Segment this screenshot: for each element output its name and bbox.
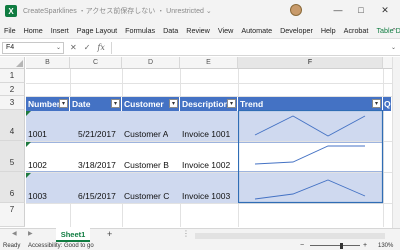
chevron-down-icon[interactable]: ⌄ [56, 43, 61, 53]
cell-customer[interactable]: Customer B [124, 160, 169, 170]
tab-data[interactable]: Data [159, 22, 182, 39]
selection-outline [238, 110, 384, 204]
minimize-button[interactable]: — [333, 5, 343, 15]
excel-icon: X [5, 5, 17, 17]
table-header-date[interactable]: Date ▾ [70, 97, 122, 111]
formula-bar: F4 ⌄ ✕ ✓ fx [0, 40, 400, 56]
table-header-trend[interactable]: Trend ▾ [238, 97, 383, 111]
more-options-icon[interactable]: ⋮ [182, 229, 190, 238]
tab-formulas[interactable]: Formulas [121, 22, 159, 39]
header-label: Customer [124, 99, 164, 109]
zoom-out-button[interactable]: − [300, 242, 304, 250]
accessibility-status[interactable]: Accessibility: Good to go [28, 242, 94, 250]
add-sheet-button[interactable]: + [107, 229, 112, 239]
tab-insert[interactable]: Insert [47, 22, 73, 39]
tab-file[interactable]: File [0, 22, 20, 39]
sheet-tab-bar: ◀ ▶ Sheet1 + ⋮ [0, 228, 400, 242]
title-bar: X CreateSparklines ・アクセス前保存しない ・ Unrestr… [0, 0, 400, 22]
avatar[interactable] [290, 4, 302, 16]
header-label: Date [72, 99, 91, 109]
zoom-level[interactable]: 130% [378, 242, 393, 250]
status-bar: Ready Accessibility: Good to go − + 130% [0, 242, 400, 250]
ribbon-collapse-icon[interactable]: ⌃ [391, 27, 397, 35]
trend-sparklines[interactable] [238, 110, 384, 204]
ribbon-tabs: File Home Insert Page Layout Formulas Da… [0, 22, 400, 39]
filter-dropdown-icon[interactable]: ▾ [111, 99, 120, 108]
tab-home[interactable]: Home [20, 22, 47, 39]
cell-number[interactable]: 1002 [28, 160, 47, 170]
name-box-value: F4 [6, 43, 15, 51]
name-box[interactable]: F4 ⌄ [2, 41, 64, 54]
formula-input[interactable] [110, 41, 386, 54]
fx-icon[interactable]: fx [97, 43, 104, 52]
filter-dropdown-icon[interactable]: ▾ [372, 99, 381, 108]
enter-icon[interactable]: ✓ [84, 43, 91, 52]
error-indicator-icon[interactable] [26, 173, 31, 178]
status-ready: Ready [3, 243, 21, 249]
cell-description[interactable]: Invoice 1003 [182, 191, 230, 201]
cell-customer[interactable]: Customer C [124, 191, 169, 201]
filter-dropdown-icon[interactable]: ▾ [169, 99, 178, 108]
zoom-slider[interactable] [310, 245, 360, 246]
header-label: Trend [240, 99, 264, 109]
table-header-customer[interactable]: Customer ▾ [122, 97, 180, 111]
cell-date[interactable]: 6/15/2017 [78, 191, 116, 201]
zoom-in-button[interactable]: + [363, 242, 367, 250]
cell-number[interactable]: 1003 [28, 191, 47, 201]
error-indicator-icon[interactable] [26, 111, 31, 116]
tab-acrobat[interactable]: Acrobat [340, 22, 373, 39]
tab-page-layout[interactable]: Page Layout [73, 22, 121, 39]
tab-automate[interactable]: Automate [237, 22, 276, 39]
horizontal-scrollbar[interactable] [195, 233, 385, 239]
zoom-slider-thumb[interactable] [340, 243, 343, 249]
vertical-scrollbar[interactable] [392, 57, 400, 228]
cell-date[interactable]: 3/18/2017 [78, 160, 116, 170]
expand-formula-icon[interactable]: ⌄ [391, 44, 396, 51]
error-indicator-icon[interactable] [26, 142, 31, 147]
table-header-next[interactable]: Q+ [383, 97, 392, 111]
cancel-icon[interactable]: ✕ [70, 43, 77, 52]
cell-number[interactable]: 1001 [28, 129, 47, 139]
header-label: Number [28, 99, 61, 109]
maximize-button[interactable]: □ [356, 5, 366, 15]
tab-help[interactable]: Help [317, 22, 340, 39]
sparkline-row-5 [254, 145, 365, 165]
filter-dropdown-icon[interactable]: ▾ [227, 99, 236, 108]
sparkline-row-4 [254, 115, 366, 137]
spreadsheet-grid[interactable]: B C D E F 1 2 3 4 5 6 7 Number ▾ Date ▾ … [0, 57, 392, 227]
tab-review[interactable]: Review [182, 22, 214, 39]
sheet-tab-sheet1[interactable]: Sheet1 [56, 228, 90, 242]
tab-view[interactable]: View [214, 22, 237, 39]
header-label: Description [182, 99, 229, 109]
scroll-right-icon[interactable]: ▶ [28, 230, 33, 237]
table-header-description[interactable]: Description ▾ [180, 97, 238, 111]
cell-description[interactable]: Invoice 1002 [182, 160, 230, 170]
window-title: CreateSparklines ・アクセス前保存しない ・ Unrestric… [23, 8, 212, 15]
close-button[interactable]: ✕ [380, 5, 390, 15]
cell-description[interactable]: Invoice 1001 [182, 129, 230, 139]
scroll-left-icon[interactable]: ◀ [12, 230, 17, 237]
cell-customer[interactable]: Customer A [124, 129, 168, 139]
sparkline-row-6 [254, 179, 366, 200]
filter-dropdown-icon[interactable]: ▾ [59, 99, 68, 108]
tab-developer[interactable]: Developer [276, 22, 317, 39]
table-header-number[interactable]: Number ▾ [26, 97, 70, 111]
cell-date[interactable]: 5/21/2017 [78, 129, 116, 139]
